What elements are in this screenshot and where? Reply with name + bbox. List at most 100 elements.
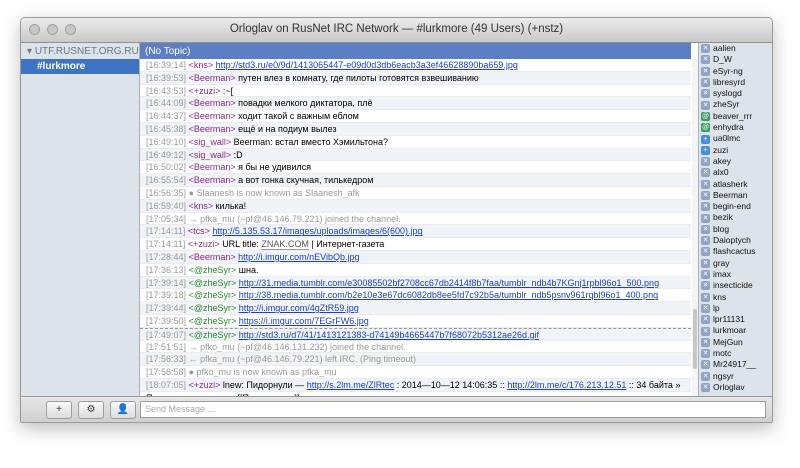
user-item[interactable]: ✕ gray [699,257,772,269]
user-item[interactable]: ✕ lurkmoar [699,325,772,336]
message-input[interactable]: Send Message ... [140,401,766,418]
user-item[interactable]: ✕ MejGun [699,337,772,348]
timestamp: [17:39:44] [146,303,187,314]
user-item[interactable]: @ beaver_rrr [699,111,772,122]
nickname[interactable]: <@zheSyr> [189,290,237,300]
nickname[interactable]: <kns> [189,60,214,70]
message-text: Beerman: встал вместо Хэмильтона? [233,136,389,147]
message-line: [18:07:05] <+zuzi> lnew: Пидорнули — htt… [140,378,691,392]
person-icon[interactable]: 👤 [110,401,136,419]
message-line: [16:59:40] <kns> килька! [140,199,691,213]
url-title-link[interactable]: ZNAK.COM [261,239,309,250]
message-link[interactable]: http://5.135.53.17/images/uploads/images… [212,226,422,236]
user-item[interactable]: ✕ imax [699,268,772,280]
user-item[interactable]: + ua0lmc [699,133,772,144]
nickname[interactable]: <Beerman> [189,162,236,172]
message-link[interactable]: http://i.imgur.com/nEVibQb.jpg [238,252,359,262]
user-name: gray [713,257,730,268]
user-item[interactable]: ✕ atlasherk [699,179,772,190]
nickname[interactable]: <+zuzi> [189,380,221,390]
server-sidebar: ▾ UTF.RUSNET.ORG.RU #lurkmore [21,43,140,396]
user-item[interactable]: ✕ ngsyr [699,371,772,382]
message-link[interactable]: https://i.imgur.com/7EGrFW6.jpg [239,316,369,326]
nickname[interactable]: <Beerman> [189,98,236,108]
user-item[interactable]: ✕ motc [699,348,772,359]
message-line: [17:14:11] <+zuzi> URL title: ZNAK.COM |… [140,238,691,251]
nickname[interactable]: <@zheSyr> [189,316,237,326]
nickname[interactable]: <Beerman> [189,111,236,121]
nickname[interactable]: <@zheSyr> [189,265,237,275]
user-icon: ✕ [701,303,710,313]
user-icon: ✕ [701,371,710,381]
nickname[interactable]: <+zuzi> [188,239,220,249]
nickname[interactable]: <sig_wall> [189,137,232,147]
user-name: imax [713,268,731,279]
message-text-extra: | Интернет-газета [311,239,385,250]
sidebar-server[interactable]: ▾ UTF.RUSNET.ORG.RU [21,43,139,59]
user-icon: ✕ [701,315,710,325]
message-link[interactable]: http://31.media.tumblr.com/e30085502bf27… [239,278,659,288]
message-text: URL title: [222,239,262,250]
user-item[interactable]: ✕ aalien [699,43,772,54]
user-list[interactable]: ✕ aalien ✕ D_W ✕ eSyr-ng ✕ libresyrd ✕ syslogd ✕ zh… [698,43,772,396]
user-item[interactable]: ✕ blog [699,223,772,235]
timestamp: [17:14:11] [146,226,186,237]
user-icon: ✕ [701,168,710,178]
nickname[interactable]: <kns> [189,201,214,211]
user-item[interactable]: ✕ zheSyr [699,99,772,110]
nickname[interactable]: <@zheSyr> [189,303,237,313]
user-item[interactable]: ✕ Orloglav [699,382,772,393]
user-item[interactable]: ✕ insecticide [699,280,772,291]
nickname[interactable]: <@zheSyr> [189,278,237,288]
disclosure-triangle-icon[interactable]: ▾ [27,46,35,57]
user-item[interactable]: ✕ lp [699,303,772,314]
join-message: → pfka_mu (~pf@46.146.79.221) joined the… [188,213,401,224]
user-icon: ✕ [701,270,710,280]
gear-icon[interactable]: ⚙ [78,401,104,419]
user-icon: ✕ [701,66,710,76]
user-icon: ✕ [701,224,710,234]
nickname[interactable]: <Beerman> [189,252,236,262]
user-item[interactable]: @ enhydra [699,122,772,133]
nickname[interactable]: <sig_wall> [189,150,232,160]
user-item[interactable]: ✕ syslogd [699,88,772,99]
message-line: [16:39:53] <Beerman> путен влез в комнат… [140,71,691,85]
user-item[interactable]: ✕ eSyr-ng [699,66,772,77]
message-link[interactable]: http://i.imgur.com/4gZtR59.jpg [239,303,359,313]
nickname[interactable]: <@zheSyr> [189,330,237,340]
user-item[interactable]: ✕ alx0 [699,167,772,178]
user-item[interactable]: ✕ bezik [699,212,772,223]
message-line: [16:50:02] <Beerman> я бы не удивился [140,161,691,175]
message-link[interactable]: http://s.2lm.me/ZlRtec [307,380,395,390]
user-item[interactable]: ✕ kns [699,292,772,303]
nickname[interactable]: <Beerman> [189,73,236,83]
nickname[interactable]: <tcs> [188,226,210,236]
user-icon: ✕ [701,236,710,246]
message-line: [16:45:38] <Beerman> ещё и на подиум выл… [140,122,691,136]
message-link-extra[interactable]: http://2lm.me/c/176.213.12.51 [507,380,626,390]
scrollbar-thumb[interactable] [693,309,697,369]
message-log[interactable]: [16:39:14] <kns> http://std3.ru/e0/9d/14… [140,59,691,396]
user-icon: ✕ [701,337,710,347]
user-item[interactable]: ✕ Mr24917__ [699,359,772,370]
user-item[interactable]: ✕ libresyrd [699,77,772,88]
nickname[interactable]: <Beerman> [189,175,236,185]
user-item[interactable]: ✕ akey [699,155,772,167]
user-item[interactable]: ✕ D_W [699,54,772,65]
user-name: akey [713,155,731,166]
user-item[interactable]: ✕ flashcactus [699,246,772,257]
nickname[interactable]: <+zuzi> [189,86,221,96]
user-item[interactable]: ✕ Beerman [699,190,772,201]
user-name: blog [713,223,730,234]
user-item[interactable]: + zuzi [699,145,772,156]
add-button[interactable]: + [46,401,72,419]
message-link[interactable]: http://std3.ru/e0/9d/1413065447-e09d0d3d… [216,60,518,70]
user-item[interactable]: ✕ lpr11131 [699,314,772,325]
user-name: bezik [713,212,733,223]
message-link[interactable]: http://38.media.tumblr.com/b2e10e3e67dc6… [239,290,658,300]
nickname[interactable]: <Beerman> [189,124,236,134]
user-item[interactable]: ✕ begin-end [699,201,772,212]
message-link[interactable]: http://std3.ru/d7/41/1413121383-d74149b4… [239,330,539,340]
sidebar-item-channel[interactable]: #lurkmore [21,59,139,74]
user-item[interactable]: ✕ Daioptych [699,235,772,246]
